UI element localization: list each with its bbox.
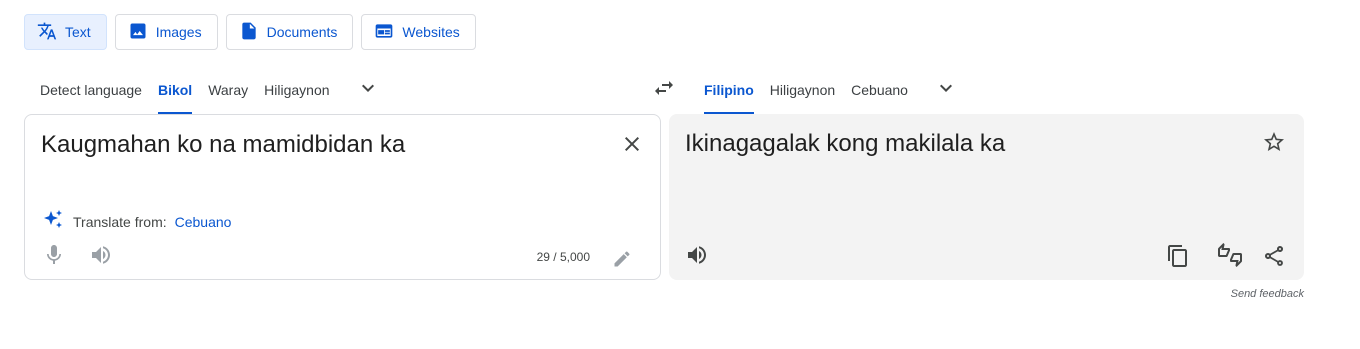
tab-text-label: Text [65,24,91,40]
send-feedback-link[interactable]: Send feedback [1231,288,1304,300]
source-panel: Kaugmahan ko na mamidbidan ka Translate … [24,114,661,280]
target-lang-option[interactable]: Hiligaynon [762,66,843,114]
translate-from-suggestion: Translate from: Cebuano [41,208,231,235]
share-translation-button[interactable] [1262,244,1286,268]
share-icon [1262,245,1286,272]
translation-output: Ikinagagalak kong makilala ka [685,130,1006,157]
document-icon [239,21,259,44]
edit-button[interactable] [612,249,632,269]
rate-translation-button[interactable] [1218,243,1242,267]
tab-images-label: Images [155,24,202,40]
source-language-bar: Detect language Bikol Waray Hiligaynon [24,66,661,114]
target-lang-more-button[interactable] [922,66,970,114]
thumbs-up-down-icon [1218,243,1242,271]
target-language-bar: Filipino Hiligaynon Cebuano [696,66,1304,114]
swap-languages-button[interactable] [648,78,680,102]
mic-icon [42,245,66,271]
swap-icon [652,76,676,105]
target-lang-option[interactable]: Filipino [696,66,762,114]
sparkle-icon [41,208,65,235]
tab-websites[interactable]: Websites [361,14,476,50]
tab-documents-label: Documents [266,24,338,40]
source-lang-option[interactable]: Hiligaynon [256,66,337,114]
clear-source-button[interactable] [620,132,644,156]
image-icon [128,21,148,44]
pencil-icon [612,251,632,273]
source-lang-option[interactable]: Waray [200,66,256,114]
chevron-down-icon [356,76,380,105]
listen-source-button[interactable] [89,243,113,267]
suggestion-prefix: Translate from: [73,213,167,230]
tab-websites-label: Websites [402,24,460,40]
listen-translation-button[interactable] [685,243,709,267]
tab-images[interactable]: Images [114,14,218,50]
tab-text[interactable]: Text [24,14,107,50]
save-translation-button[interactable] [1262,130,1286,154]
copy-translation-button[interactable] [1166,244,1190,268]
voice-input-button[interactable] [42,243,66,267]
source-text-input[interactable]: Kaugmahan ko na mamidbidan ka [41,130,405,160]
mode-tabs: Text Images Documents Websites [24,14,476,50]
source-lang-more-button[interactable] [344,66,392,114]
copy-icon [1166,245,1190,272]
character-count: 29 / 5,000 [536,250,590,264]
target-panel: Ikinagagalak kong makilala ka [669,114,1304,280]
tab-documents[interactable]: Documents [225,14,354,50]
source-lang-detect[interactable]: Detect language [24,66,150,114]
chevron-down-icon [934,76,958,105]
suggested-language-link[interactable]: Cebuano [175,214,232,230]
source-lang-option[interactable]: Bikol [150,66,200,114]
star-icon [1262,132,1286,158]
speaker-icon [89,246,113,271]
translate-icon [37,21,57,44]
speaker-icon [685,246,709,271]
close-icon [620,137,644,160]
target-lang-option[interactable]: Cebuano [843,66,916,114]
website-icon [374,21,394,44]
